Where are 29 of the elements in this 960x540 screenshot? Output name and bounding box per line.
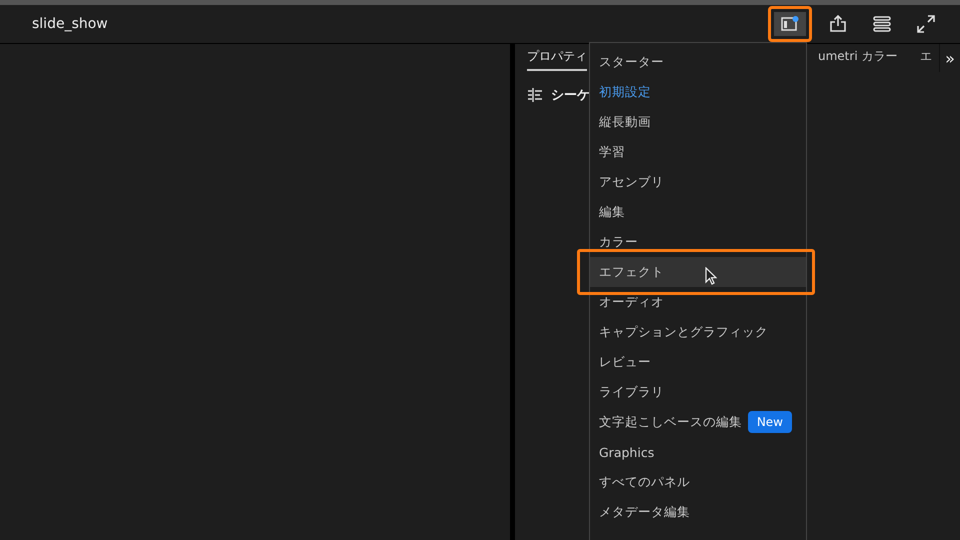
workspace-menu-item[interactable]: 編集 xyxy=(590,197,806,227)
workspace-menu-item[interactable]: アセンブリ xyxy=(590,167,806,197)
panel-tab[interactable]: エ xyxy=(920,48,932,71)
panel-tab[interactable]: umetri カラー xyxy=(818,48,898,71)
workspace-menu-item[interactable]: メタデータ編集 xyxy=(590,497,806,527)
workspace-menu-item[interactable]: レビュー xyxy=(590,347,806,377)
workspace-menu-item[interactable]: カラー xyxy=(590,227,806,257)
workspace-menu-item[interactable]: オーディオ xyxy=(590,287,806,317)
workspace-menu-item[interactable]: 学習 xyxy=(590,137,806,167)
list-icon xyxy=(873,16,891,32)
section-title: シーケ xyxy=(551,87,590,104)
project-title: slide_show xyxy=(32,16,109,32)
workspace-menu-item[interactable]: すべてのパネル xyxy=(590,467,806,497)
workspace-menu-item[interactable]: 縦長動画 xyxy=(590,107,806,137)
cursor-icon xyxy=(705,267,717,285)
workspace-menu-item[interactable]: 文字起こしベースの編集 New xyxy=(590,407,806,437)
workspace-menu-item[interactable]: エフェクト xyxy=(590,257,806,287)
workspace-menu-item[interactable]: スターター xyxy=(590,47,806,77)
workspace-menu-item[interactable]: Graphics xyxy=(590,437,806,467)
workspace-menu-item[interactable]: 初期設定 xyxy=(590,77,806,107)
workspace-icon xyxy=(781,16,799,32)
workspaces-button[interactable] xyxy=(768,6,812,42)
workspace-menu-item[interactable]: ライブラリ xyxy=(590,377,806,407)
expand-icon xyxy=(917,15,935,33)
sequence-icon xyxy=(527,87,543,103)
panel-tab[interactable]: プロパティ xyxy=(527,48,587,71)
new-badge: New xyxy=(748,411,792,433)
share-icon xyxy=(829,15,847,33)
workspace-menu-item[interactable]: キャプションとグラフィック xyxy=(590,317,806,347)
